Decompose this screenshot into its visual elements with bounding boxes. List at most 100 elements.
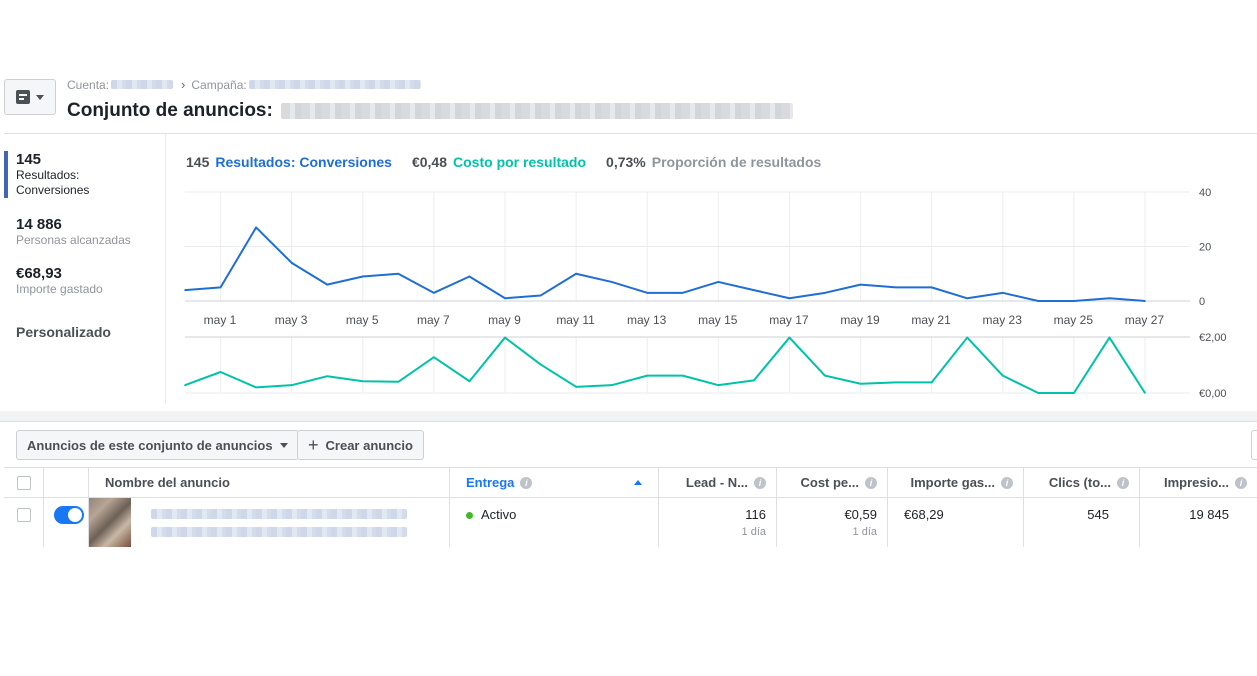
toolbar-right-button[interactable]	[1251, 430, 1257, 460]
series-line-cost	[184, 336, 1146, 394]
x-tick-label: may 1	[204, 313, 237, 327]
data-point-results	[681, 292, 684, 294]
data-point-results	[539, 294, 542, 297]
ads-filter-label: Anuncios de este conjunto de anuncios	[27, 437, 273, 453]
data-point-results	[504, 297, 506, 300]
impressions-cell: 19 845	[1140, 498, 1257, 547]
column-header-clicks[interactable]: Clics (to... i	[1024, 468, 1140, 497]
data-point-results	[326, 283, 329, 286]
redacted-ad-name[interactable]	[151, 509, 407, 519]
data-point-cost	[326, 375, 329, 377]
info-icon[interactable]: i	[754, 476, 766, 489]
x-tick-label: may 21	[911, 313, 951, 327]
page-title: Conjunto de anuncios:	[67, 100, 793, 122]
data-point-cost	[717, 384, 720, 386]
column-header-delivery-label: Entrega	[466, 475, 515, 490]
breadcrumb-campaign-label: Campaña:	[191, 77, 247, 92]
table-header: Nombre del anuncio Entrega i Lead - N...…	[4, 467, 1257, 498]
data-point-cost	[930, 381, 933, 384]
data-point-results	[717, 281, 720, 283]
info-icon[interactable]: i	[865, 476, 877, 489]
row-checkbox[interactable]	[16, 508, 31, 522]
data-point-cost	[788, 336, 791, 339]
x-tick-label: may 13	[627, 313, 667, 327]
data-point-results	[966, 297, 969, 300]
chevron-right-icon: ›	[181, 77, 186, 92]
data-point-results	[1037, 300, 1040, 302]
delivery-cell: Activo	[450, 498, 659, 547]
x-tick-label: may 23	[983, 313, 1023, 327]
info-icon[interactable]: i	[1001, 476, 1013, 489]
data-point-cost	[681, 374, 684, 377]
column-header-name[interactable]: Nombre del anuncio	[89, 468, 450, 497]
clicks-value: 545	[1087, 507, 1109, 522]
data-point-results	[290, 262, 293, 264]
data-point-cost	[824, 374, 826, 377]
data-point-cost	[219, 371, 222, 373]
y-tick-label: 0	[1199, 296, 1205, 308]
breadcrumb: Cuenta: › Campaña:	[67, 77, 421, 92]
y-tick-label: 40	[1199, 187, 1211, 199]
x-tick-label: may 7	[417, 313, 450, 327]
ad-status-toggle[interactable]	[54, 506, 84, 524]
page-title-label: Conjunto de anuncios:	[67, 100, 273, 121]
data-point-cost	[504, 336, 506, 339]
data-point-cost	[610, 384, 613, 386]
data-point-results	[753, 289, 755, 291]
insights-panel: 145 Resultados: Conversiones 14 886 Pers…	[4, 133, 1257, 411]
table-row[interactable]: Activo 116 1 día €0,59 1 día €68,29 545 …	[4, 498, 1257, 547]
toggle-header-cell	[44, 468, 89, 497]
data-point-cost	[1073, 392, 1075, 394]
data-point-cost	[753, 379, 755, 382]
row-select-cell	[4, 498, 44, 547]
document-icon	[16, 90, 30, 104]
performance-chart: 40 20 0 €2,00 €0,00 may 1 may 3 may 5 may 7 may 9…	[184, 187, 1227, 400]
ad-name-cell	[89, 498, 450, 547]
data-point-cost	[966, 336, 969, 339]
leads-value: 116	[745, 507, 766, 522]
column-header-cost-label: Cost pe...	[800, 475, 859, 490]
x-tick-label: may 11	[556, 313, 595, 327]
data-point-cost	[1037, 392, 1040, 394]
column-header-spend[interactable]: Importe gas... i	[888, 468, 1024, 497]
ad-thumbnail[interactable]	[89, 498, 131, 547]
info-icon[interactable]: i	[520, 476, 533, 489]
info-icon[interactable]: i	[1117, 476, 1129, 489]
create-ad-button[interactable]: + Crear anuncio	[297, 430, 424, 460]
data-point-results	[610, 281, 613, 283]
data-point-results	[1108, 297, 1111, 300]
x-tick-label: may 25	[1054, 313, 1094, 327]
cost-value: €0,59	[844, 507, 877, 522]
spend-value: €68,29	[904, 507, 944, 522]
x-tick-label: may 17	[769, 313, 809, 327]
select-all-checkbox[interactable]	[16, 475, 31, 490]
data-point-cost	[895, 381, 897, 384]
cost-window: 1 día	[852, 526, 877, 538]
column-header-impressions[interactable]: Impresio... i	[1140, 468, 1257, 497]
redacted-ad-name-line-2[interactable]	[151, 527, 407, 537]
data-point-cost	[575, 386, 577, 388]
data-point-results	[859, 283, 862, 286]
data-point-results	[788, 297, 791, 300]
column-header-delivery[interactable]: Entrega i	[450, 468, 659, 497]
y-tick-label: €0,00	[1199, 388, 1227, 400]
info-icon[interactable]: i	[1235, 476, 1247, 489]
data-point-cost	[1001, 374, 1004, 377]
column-header-cost[interactable]: Cost pe... i	[777, 468, 888, 497]
redacted-campaign-name[interactable]	[248, 80, 421, 89]
data-point-cost	[184, 384, 186, 386]
view-menu-button[interactable]	[4, 79, 56, 115]
column-header-leads[interactable]: Lead - N... i	[659, 468, 777, 497]
x-tick-label: may 9	[488, 313, 521, 327]
clicks-cell: 545	[1024, 498, 1140, 547]
ads-filter-dropdown[interactable]: Anuncios de este conjunto de anuncios	[16, 430, 299, 460]
sort-ascending-icon[interactable]	[634, 480, 642, 485]
data-point-results	[575, 272, 577, 275]
status-dot	[466, 512, 473, 520]
x-tick-label: may 5	[346, 313, 379, 327]
redacted-account-name[interactable]	[111, 80, 174, 89]
x-tick-label: may 15	[698, 313, 738, 327]
data-point-results	[1001, 292, 1004, 294]
column-header-leads-label: Lead - N...	[685, 475, 748, 490]
table-toolbar: Anuncios de este conjunto de anuncios + …	[0, 421, 1257, 467]
